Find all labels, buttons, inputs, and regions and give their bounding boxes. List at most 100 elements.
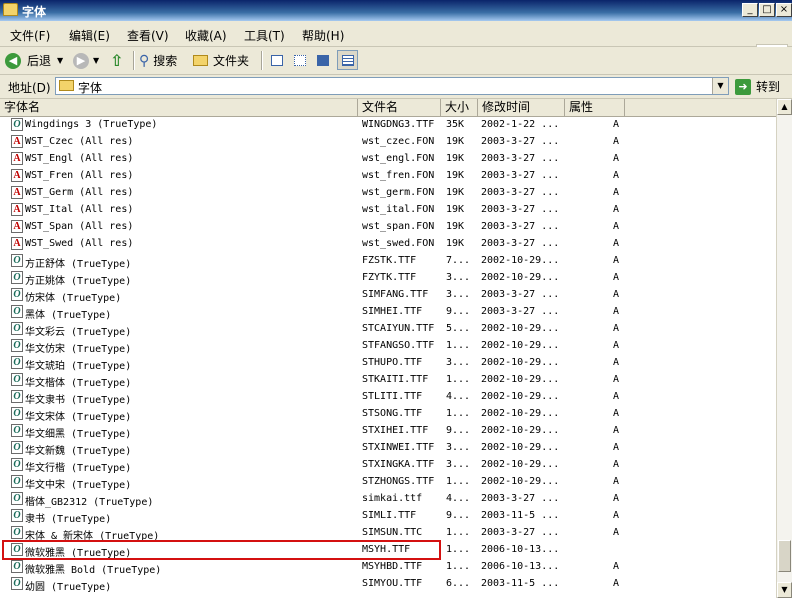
truetype-font-icon: O [11,254,23,267]
modified-cell: 2003-11-5 ... [481,510,560,521]
table-row[interactable]: O 幼圆 (TrueType) SIMYOU.TTF 6... 2003-11-5 ..… [0,576,776,593]
column-name[interactable]: 字体名 [0,99,358,116]
file-name-cell: FZYTK.TTF [362,272,417,283]
minimize-button[interactable]: _ [742,3,758,17]
file-name-cell: STLITI.TTF [362,391,423,402]
address-input[interactable]: 字体 ▼ [55,77,729,95]
table-row[interactable]: O 华文新魏 (TrueType) STXINWEI.TTF 3... 2002-10-… [0,440,776,457]
attributes-cell: A [613,170,620,181]
table-row[interactable]: A WST_Span (All res) wst_span.FON 19K 2003-3… [0,219,776,236]
truetype-font-icon: O [11,339,23,352]
table-row[interactable]: O 华文细黑 (TrueType) STXIHEI.TTF 9... 2002-10-2… [0,423,776,440]
table-row[interactable]: O 华文楷体 (TrueType) STKAITI.TTF 1... 2002-10-2… [0,372,776,389]
table-row[interactable]: A WST_Fren (All res) wst_fren.FON 19K 2003-3… [0,168,776,185]
table-row[interactable]: O 华文琥珀 (TrueType) STHUPO.TTF 3... 2002-10-29… [0,355,776,372]
table-row[interactable]: O 华文仿宋 (TrueType) STFANGSO.TTF 1... 2002-10-… [0,338,776,355]
table-row[interactable]: O 华文行楷 (TrueType) STXINGKA.TTF 3... 2002-10-… [0,457,776,474]
file-name-cell: STXIHEI.TTF [362,425,429,436]
details-view-icon [342,55,354,66]
scroll-down-button[interactable]: ▼ [777,582,792,598]
table-row[interactable]: A WST_Czec (All res) wst_czec.FON 19K 2003-3… [0,134,776,151]
menu-view[interactable]: 查看(V) [127,27,169,44]
font-name-cell: 楷体_GB2312 (TrueType) [25,497,154,508]
up-folder-button[interactable]: ⇧ [110,49,123,72]
table-row[interactable]: A WST_Ital (All res) wst_ital.FON 19K 2003-3… [0,202,776,219]
font-name-cell: 黑体 (TrueType) [25,310,112,321]
folders-button[interactable]: 文件夹 [193,49,249,72]
forward-button[interactable]: ▶ ▼ [73,49,99,72]
table-row[interactable]: O 方正舒体 (TrueType) FZSTK.TTF 7... 2002-10-29.… [0,253,776,270]
attributes-cell: A [613,272,620,283]
size-cell: 1... [446,527,471,538]
table-row[interactable]: O 隶书 (TrueType) SIMLI.TTF 9... 2003-11-5 ...… [0,508,776,525]
truetype-font-icon: O [11,509,23,522]
attributes-cell: A [613,187,620,198]
file-name-cell: WINGDNG3.TTF [362,119,435,130]
menu-help[interactable]: 帮助(H) [302,27,344,44]
vertical-scrollbar[interactable]: ▲ ▼ [776,99,792,598]
table-row[interactable]: O 微软雅黑 Bold (TrueType) MSYHBD.TTF 1... 2006-… [0,559,776,576]
table-row[interactable]: O 黑体 (TrueType) SIMHEI.TTF 9... 2003-3-27 ..… [0,304,776,321]
size-cell: 4... [446,493,471,504]
menu-edit[interactable]: 编辑(E) [69,27,110,44]
file-name-cell: FZSTK.TTF [362,255,417,266]
truetype-font-icon: O [11,271,23,284]
table-row[interactable]: O Wingdings 3 (TrueType) WINGDNG3.TTF 35K 20… [0,117,776,134]
window-title: 字体 [22,5,47,19]
attributes-cell: A [613,119,620,130]
modified-cell: 2003-11-5 ... [481,578,560,589]
attributes-cell: A [613,204,620,215]
truetype-font-icon: O [11,424,23,437]
size-cell: 1... [446,476,471,487]
size-cell: 6... [446,578,471,589]
file-name-cell: simkai.ttf [362,493,423,504]
search-button[interactable]: ⚲ 搜索 [139,49,177,72]
table-row[interactable]: O 仿宋体 (TrueType) SIMFANG.TTF 3... 2003-3-27 … [0,287,776,304]
close-button[interactable]: × [776,3,792,17]
address-dropdown-button[interactable]: ▼ [712,78,728,94]
search-label: 搜索 [153,54,178,68]
view-similarity-button[interactable] [312,50,333,70]
view-large-icons-button[interactable] [266,50,287,70]
modified-cell: 2002-10-29... [481,476,560,487]
file-name-cell: wst_swed.FON [362,238,435,249]
modified-cell: 2002-10-29... [481,442,560,453]
go-button[interactable]: ➜ 转到 [735,77,780,96]
column-file[interactable]: 文件名 [358,99,441,116]
back-button[interactable]: ◀ 后退 ▼ [5,49,63,72]
view-details-button[interactable] [337,50,358,70]
table-row[interactable]: A WST_Swed (All res) wst_swed.FON 19K 2003-3… [0,236,776,253]
size-cell: 3... [446,272,471,283]
maximize-button[interactable]: □ [759,3,775,17]
column-modified[interactable]: 修改时间 [478,99,565,116]
font-name-cell: WST_Czec (All res) [25,136,134,147]
title-bar: 字体 _ □ × [0,0,792,21]
scroll-up-button[interactable]: ▲ [777,99,792,115]
size-cell: 5... [446,323,471,334]
menu-tools[interactable]: 工具(T) [244,27,285,44]
scroll-thumb[interactable] [778,540,791,572]
column-size[interactable]: 大小 [441,99,478,116]
size-cell: 9... [446,306,471,317]
file-name-cell: STSONG.TTF [362,408,423,419]
table-row[interactable]: O 华文隶书 (TrueType) STLITI.TTF 4... 2002-10-29… [0,389,776,406]
column-attributes[interactable]: 属性 [565,99,625,116]
attributes-cell: A [613,255,620,266]
view-list-button[interactable] [289,50,310,70]
table-row[interactable]: A WST_Germ (All res) wst_germ.FON 19K 2003-3… [0,185,776,202]
attributes-cell: A [613,493,620,504]
table-row[interactable]: A WST_Engl (All res) wst_engl.FON 19K 2003-3… [0,151,776,168]
raster-font-icon: A [11,169,23,182]
menu-file[interactable]: 文件(F) [10,27,50,44]
modified-cell: 2002-10-29... [481,323,560,334]
table-row[interactable]: O 华文宋体 (TrueType) STSONG.TTF 1... 2002-10-29… [0,406,776,423]
table-row[interactable]: O 华文中宋 (TrueType) STZHONGS.TTF 1... 2002-10-… [0,474,776,491]
menu-favorites[interactable]: 收藏(A) [185,27,227,44]
modified-cell: 2002-10-29... [481,391,560,402]
table-row[interactable]: O 方正姚体 (TrueType) FZYTK.TTF 3... 2002-10-29.… [0,270,776,287]
table-row[interactable]: O 华文彩云 (TrueType) STCAIYUN.TTF 5... 2002-10-… [0,321,776,338]
large-icons-icon [271,55,283,66]
file-name-cell: SIMSUN.TTC [362,527,423,538]
folders-label: 文件夹 [213,54,250,68]
table-row[interactable]: O 楷体_GB2312 (TrueType) simkai.ttf 4... 2003-… [0,491,776,508]
